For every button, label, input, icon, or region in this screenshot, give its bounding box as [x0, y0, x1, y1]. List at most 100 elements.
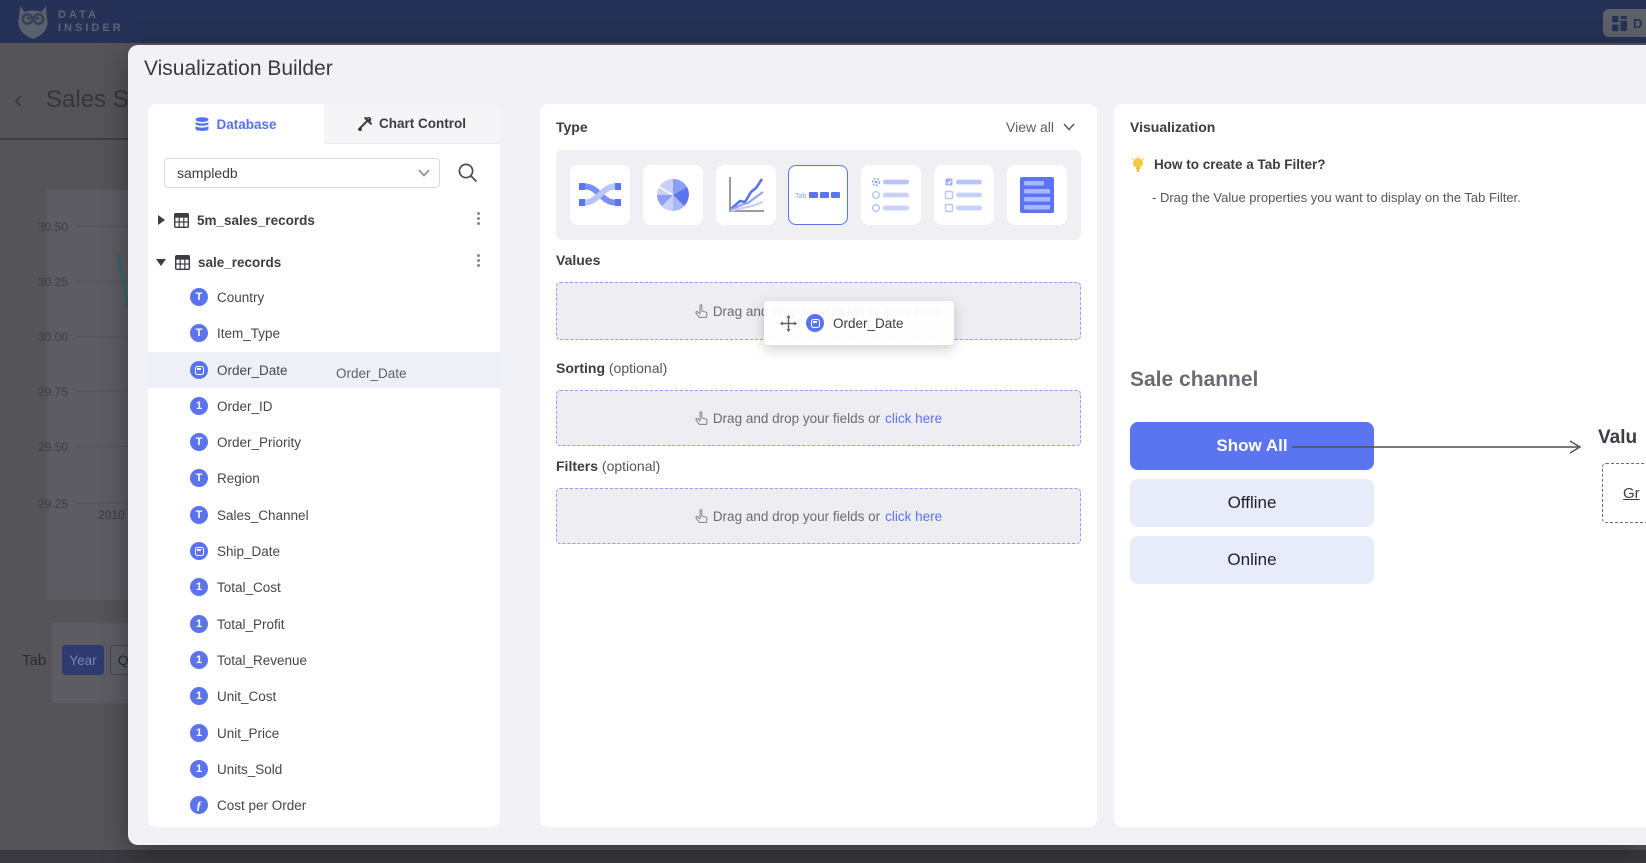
field-row-unit-cost[interactable]: 1 Unit_Cost [148, 678, 500, 714]
field-row-total-cost[interactable]: 1 Total_Cost [148, 569, 500, 605]
database-select-value: sampledb [177, 165, 238, 181]
chart-type-checkbox-list[interactable] [934, 165, 994, 225]
back-icon[interactable]: ‹ [14, 84, 23, 115]
annotation-link[interactable]: Gr [1623, 485, 1640, 502]
filters-dropzone[interactable]: Drag and drop your fields or click here [556, 488, 1081, 544]
click-here-link[interactable]: click here [885, 509, 942, 524]
pie-chart-icon [653, 175, 693, 215]
header-divider [0, 138, 128, 140]
chart-type-pie[interactable] [643, 165, 703, 225]
radio-list-icon [871, 177, 911, 213]
text-type-icon: T [190, 469, 208, 487]
number-type-icon: 1 [190, 397, 208, 415]
chart-type-tab-filter[interactable]: Tab [788, 165, 848, 225]
annotation-dashed-box: Gr [1602, 463, 1646, 523]
field-row-order-id[interactable]: 1 Order_ID [148, 388, 500, 424]
filter-tab-online[interactable]: Online [1130, 536, 1374, 584]
field-row-order-date[interactable]: Order_Date [148, 352, 500, 388]
number-type-icon: 1 [190, 687, 208, 705]
lightbulb-icon [1130, 156, 1146, 173]
tools-icon [358, 117, 372, 131]
builder-panel: Type View all [540, 104, 1097, 827]
field-row-total-profit[interactable]: 1 Total_Profit [148, 606, 500, 642]
date-type-icon [190, 361, 208, 379]
drag-hand-icon [695, 509, 708, 524]
view-all-dropdown[interactable]: View all [1006, 119, 1075, 135]
chart-type-line[interactable] [716, 165, 776, 225]
field-row-ship-date[interactable]: Ship_Date [148, 533, 500, 569]
database-select[interactable]: sampledb [164, 158, 440, 188]
function-type-icon: ƒ [190, 796, 208, 814]
tab-chart-control-label: Chart Control [379, 116, 466, 131]
panel-tabbar: Database Chart Control [148, 104, 500, 144]
chevron-down-icon [1063, 123, 1075, 131]
field-row-cost-per-order[interactable]: ƒ Cost per Order [148, 787, 500, 823]
text-type-icon: T [190, 506, 208, 524]
drag-hand-icon [695, 411, 708, 426]
widget-title: Sale channel [1130, 368, 1258, 392]
field-row-units-sold[interactable]: 1 Units_Sold [148, 751, 500, 787]
table-name: sale_records [198, 255, 281, 270]
chart-type-table[interactable] [1007, 165, 1067, 225]
date-type-icon [806, 314, 824, 332]
table-icon [175, 255, 190, 270]
values-section-label: Values [556, 252, 600, 268]
move-icon [780, 315, 797, 332]
visualization-builder-modal: Visualization Builder Database Chart C [128, 45, 1646, 845]
click-here-link[interactable]: click here [885, 411, 942, 426]
text-type-icon: T [190, 324, 208, 342]
number-type-icon: 1 [190, 615, 208, 633]
type-section-label: Type [556, 119, 588, 135]
number-type-icon: 1 [190, 760, 208, 778]
caret-right-icon[interactable] [158, 215, 165, 225]
tab-database-label: Database [216, 117, 276, 132]
sankey-chart-icon [578, 175, 622, 215]
dragged-field-chip[interactable]: Order_Date [764, 301, 954, 345]
background-line-chart [47, 190, 128, 600]
search-icon[interactable] [457, 162, 478, 183]
table-menu-icon[interactable] [476, 252, 480, 269]
visualization-panel: Visualization How to create a Tab Filter… [1114, 104, 1646, 827]
field-row-total-revenue[interactable]: 1 Total_Revenue [148, 642, 500, 678]
table-name: 5m_sales_records [197, 213, 315, 228]
annotation-arrow [1290, 438, 1590, 456]
chart-type-strip: Tab [556, 150, 1081, 240]
caret-down-icon[interactable] [156, 259, 166, 266]
drag-chip-label: Order_Date [833, 316, 904, 331]
number-type-icon: 1 [190, 578, 208, 596]
chart-type-radio-list[interactable] [861, 165, 921, 225]
database-panel: Database Chart Control sampledb [148, 104, 500, 827]
field-row-region[interactable]: T Region [148, 460, 500, 496]
chart-type-sankey[interactable] [570, 165, 630, 225]
date-type-icon [190, 542, 208, 560]
modal-title: Visualization Builder [144, 57, 333, 81]
filters-section-label: Filters (optional) [556, 458, 660, 474]
filter-tab-offline[interactable]: Offline [1130, 479, 1374, 527]
brand-line-2: INSIDER [58, 22, 124, 35]
field-row-sales-channel[interactable]: T Sales_Channel [148, 497, 500, 533]
drag-hand-icon [695, 304, 708, 319]
checkbox-list-icon [944, 177, 984, 213]
table-chart-icon [1018, 175, 1056, 215]
tab-database[interactable]: Database [148, 104, 324, 144]
tab-chart-control[interactable]: Chart Control [324, 104, 500, 144]
field-row-item-type[interactable]: T Item_Type [148, 315, 500, 351]
field-row-order-priority[interactable]: T Order_Priority [148, 424, 500, 460]
text-type-icon: T [190, 288, 208, 306]
owl-logo-icon [16, 4, 50, 40]
table-menu-icon[interactable] [476, 210, 480, 227]
interval-year-button[interactable]: Year [62, 645, 104, 675]
number-type-icon: 1 [190, 651, 208, 669]
sorting-dropzone[interactable]: Drag and drop your fields or click here [556, 390, 1081, 446]
visualization-title: Visualization [1130, 119, 1215, 135]
table-icon [174, 213, 189, 228]
x-tick: 2010 [98, 508, 125, 522]
table-row-sale-records[interactable]: sale_records [148, 244, 500, 280]
field-row-unit-price[interactable]: 1 Unit_Price [148, 715, 500, 751]
field-row-country[interactable]: T Country [148, 279, 500, 315]
database-icon [195, 117, 209, 132]
table-row-5m-sales-records[interactable]: 5m_sales_records [148, 202, 500, 238]
dashboard-button[interactable]: D [1603, 9, 1646, 37]
drop-hint-text: Drag and drop your fields or [713, 509, 880, 524]
brand-line-1: DATA [58, 9, 124, 22]
